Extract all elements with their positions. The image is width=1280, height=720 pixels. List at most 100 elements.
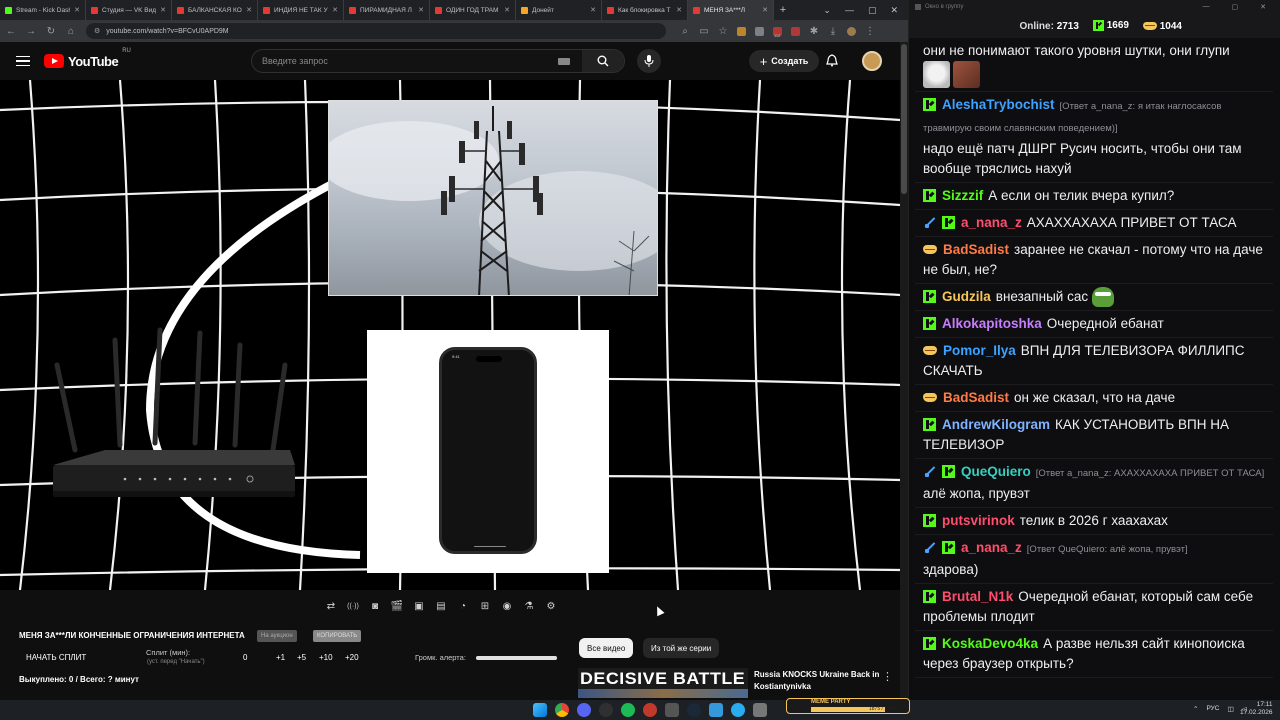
tray-chevron-icon[interactable]: ⌃ — [1193, 705, 1198, 713]
search-input[interactable]: Введите запрос — [262, 56, 328, 66]
extension-icon[interactable] — [755, 26, 764, 36]
screenshot-icon[interactable]: ⊞ — [477, 599, 493, 613]
add-10-button[interactable]: +10 — [319, 653, 333, 662]
page-scrollbar[interactable] — [900, 42, 908, 700]
browser-tab[interactable]: МЕНЯ ЗА***Л ✕ — [688, 0, 774, 20]
chat-username[interactable]: Alkokapitoshka — [942, 316, 1042, 331]
extension-icon[interactable] — [791, 26, 800, 36]
recommended-title[interactable]: Russia KNOCKS Ukraine Back in Kostiantyn… — [754, 669, 880, 693]
telegram-icon[interactable] — [731, 703, 745, 717]
tab-close-icon[interactable]: ✕ — [504, 6, 510, 14]
chat-username[interactable]: KoskaDevo4ka — [942, 636, 1038, 651]
browser-tab[interactable]: Как блокировка Т ✕ — [602, 0, 688, 20]
start-split-button[interactable]: НАЧАТЬ СПЛИТ — [26, 653, 86, 662]
chat-username[interactable]: BadSadist — [943, 390, 1009, 405]
chat-username[interactable]: Gudzila — [942, 289, 991, 304]
add-1-button[interactable]: +1 — [276, 653, 285, 662]
language-indicator[interactable]: РУС — [1206, 705, 1219, 713]
extension-icon[interactable] — [737, 26, 746, 36]
close-icon[interactable]: ✕ — [1260, 3, 1266, 11]
tab-search-icon[interactable]: ⌄ — [823, 5, 831, 16]
create-button[interactable]: + Создать — [749, 50, 819, 72]
browser-tab[interactable]: Студия — VK Видео✕ — [86, 0, 172, 20]
minimize-icon[interactable]: — — [1203, 3, 1210, 11]
url-field[interactable]: ⚙ youtube.com/watch?v=BFCvU0APD9M — [86, 23, 666, 39]
maximize-icon[interactable]: ▢ — [1232, 3, 1239, 11]
alert-volume-slider[interactable] — [476, 656, 557, 660]
cast-icon[interactable]: ▭ — [699, 26, 709, 37]
settings-icon[interactable]: ⚙ — [543, 599, 559, 613]
camera-icon[interactable]: ◉ — [499, 599, 515, 613]
add-20-button[interactable]: +20 — [345, 653, 359, 662]
new-tab-button[interactable]: + — [774, 4, 792, 16]
chat-username[interactable]: BadSadist — [943, 242, 1009, 257]
chip-same-series[interactable]: Из той же серии — [643, 638, 720, 658]
voice-search-button[interactable] — [637, 49, 661, 73]
search-box[interactable]: Введите запрос — [251, 49, 625, 73]
add-5-button[interactable]: +5 — [297, 653, 306, 662]
browser-tab[interactable]: ИНДИЯ НЕ ТАК У ✕ — [258, 0, 344, 20]
tab-close-icon[interactable]: ✕ — [74, 6, 80, 14]
keyboard-icon[interactable] — [558, 58, 570, 65]
browser-tab[interactable]: Донейт ✕ — [516, 0, 602, 20]
home-icon[interactable]: ⌂ — [66, 26, 76, 37]
site-info-icon[interactable]: ⚙ — [94, 27, 100, 35]
app-icon[interactable] — [753, 703, 767, 717]
picture-in-picture-icon[interactable]: ▣ — [411, 599, 427, 613]
chat-username[interactable]: AleshaTrybochist — [942, 97, 1055, 112]
reload-icon[interactable]: ↻ — [46, 26, 56, 37]
notifications-bell-icon[interactable] — [826, 54, 838, 70]
obs-icon[interactable] — [599, 703, 613, 717]
chat-username[interactable]: putsvirinok — [942, 513, 1015, 528]
browser-tab[interactable]: Stream - Kick Dash ✕ — [0, 0, 86, 20]
extensions-puzzle-icon[interactable]: ✱ — [809, 26, 819, 37]
clapper-icon[interactable]: 🎬 — [389, 599, 405, 613]
tab-close-icon[interactable]: ✕ — [676, 6, 682, 14]
browser-tab[interactable]: БАЛКАНСКАЯ КО ✕ — [172, 0, 258, 20]
lens-icon[interactable]: ⌕ — [680, 26, 690, 37]
extension-badge-icon[interactable]: 112 — [773, 26, 782, 38]
youtube-logo[interactable]: YouTube RU — [44, 48, 131, 69]
maximize-icon[interactable]: ▢ — [868, 5, 877, 16]
close-icon[interactable]: ✕ — [890, 5, 898, 16]
download-icon[interactable]: ⤓ — [828, 26, 838, 37]
profile-icon[interactable] — [847, 26, 856, 36]
forward-icon[interactable]: → — [26, 26, 36, 37]
chat-username[interactable]: Sizzzif — [942, 188, 983, 203]
browser-menu-icon[interactable]: ⋮ — [865, 26, 875, 37]
tab-close-icon[interactable]: ✕ — [590, 6, 596, 14]
back-icon[interactable]: ← — [6, 26, 16, 37]
speed-icon[interactable]: ◔ — [455, 599, 471, 613]
chat-username[interactable]: AndrewKilogram — [942, 417, 1050, 432]
subtitles-icon[interactable]: ▤ — [433, 599, 449, 613]
minimize-icon[interactable]: — — [845, 5, 854, 16]
network-icon[interactable]: ◫ — [1227, 705, 1233, 713]
app-icon[interactable] — [665, 703, 679, 717]
chip-all-videos[interactable]: Все видео — [579, 638, 634, 658]
chat-username[interactable]: Brutal_N1k — [942, 589, 1013, 604]
browser-tab[interactable]: ОДИН ГОД ТРАМ ✕ — [430, 0, 516, 20]
copy-button[interactable]: КОПИРОВАТЬ — [313, 630, 362, 642]
hamburger-menu-icon[interactable] — [16, 55, 30, 67]
browser-tab[interactable]: ПИРАМИДНАЯ Л ✕ — [344, 0, 430, 20]
scrollbar-thumb[interactable] — [901, 44, 907, 194]
repeat-icon[interactable]: ⇄ — [323, 599, 339, 613]
auction-button[interactable]: На аукцион — [257, 630, 297, 642]
tab-close-icon[interactable]: ✕ — [160, 6, 166, 14]
search-button[interactable] — [582, 50, 624, 72]
account-avatar[interactable] — [862, 51, 882, 71]
chat-username[interactable]: a_nana_z — [961, 215, 1022, 230]
app-icon[interactable] — [709, 703, 723, 717]
spotify-icon[interactable] — [621, 703, 635, 717]
recommended-thumbnail[interactable]: DECISIVE BATTLE — [578, 668, 748, 698]
video-player[interactable]: 9:41 — [0, 80, 900, 590]
steam-icon[interactable] — [687, 703, 701, 717]
more-options-icon[interactable]: ⋮ — [882, 670, 893, 683]
bookmark-star-icon[interactable]: ☆ — [718, 26, 728, 37]
discord-icon[interactable] — [577, 703, 591, 717]
app-icon[interactable] — [643, 703, 657, 717]
broadcast-icon[interactable]: ((·)) — [345, 599, 361, 613]
system-clock[interactable]: 17:11 17.02.2026 — [1240, 701, 1273, 717]
tab-close-icon[interactable]: ✕ — [418, 6, 424, 14]
chat-username[interactable]: QueQuiero — [961, 464, 1031, 479]
